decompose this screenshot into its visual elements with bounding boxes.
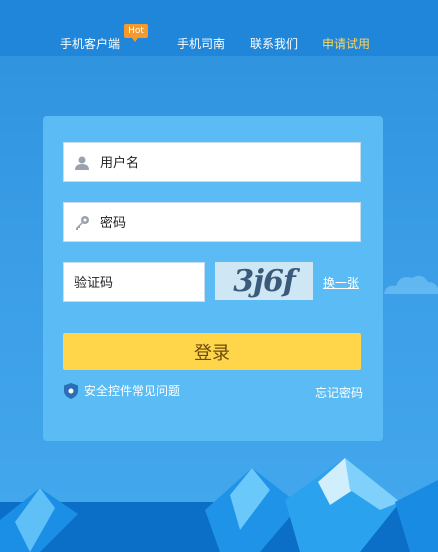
security-faq-label: 安全控件常见问题 xyxy=(84,384,181,398)
password-input[interactable] xyxy=(98,203,352,243)
captcha-input[interactable] xyxy=(72,263,201,303)
nav-item-mobile-client[interactable]: 手机客户端 xyxy=(60,35,120,52)
captcha-field[interactable] xyxy=(63,262,205,303)
cloud-decoration xyxy=(384,275,438,294)
refresh-captcha-link[interactable]: 换一张 xyxy=(323,274,359,291)
login-card: 3j6f 换一张 登录 安全控件常见问题 忘记密码 xyxy=(43,116,383,441)
hot-badge: Hot xyxy=(124,24,148,42)
user-icon xyxy=(75,156,89,170)
forgot-password-link[interactable]: 忘记密码 xyxy=(315,384,363,401)
username-field[interactable] xyxy=(63,142,361,183)
nav-item-apply-trial[interactable]: 申请试用 xyxy=(322,35,370,52)
top-nav: 手机客户端 Hot 手机司南 联系我们 申请试用 xyxy=(0,0,438,56)
captcha-image[interactable]: 3j6f xyxy=(215,262,313,300)
nav-item-contact-us[interactable]: 联系我们 xyxy=(250,35,298,52)
login-button[interactable]: 登录 xyxy=(63,333,361,370)
shield-icon xyxy=(64,382,78,399)
key-icon xyxy=(76,216,89,230)
mountain-decoration xyxy=(0,458,438,552)
password-field[interactable] xyxy=(63,202,361,243)
nav-item-mobile-compass[interactable]: 手机司南 xyxy=(177,35,225,52)
username-input[interactable] xyxy=(98,143,352,183)
security-faq-link[interactable]: 安全控件常见问题 xyxy=(64,382,180,399)
